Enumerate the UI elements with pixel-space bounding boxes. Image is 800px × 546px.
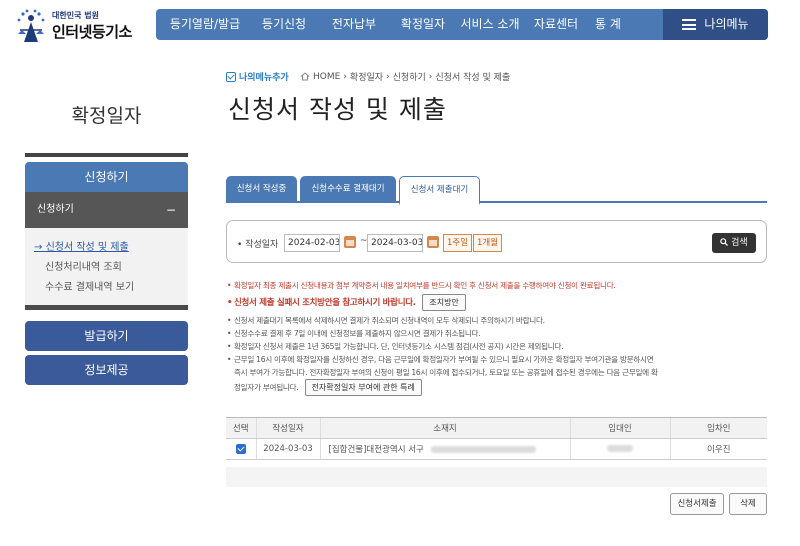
breadcrumb-confirmed-date[interactable]: 확정일자 (350, 70, 383, 83)
gnb-item-registry-apply[interactable]: 등기신청 (252, 9, 316, 40)
site-logo[interactable]: 대한민국 법원 인터넷등기소 (14, 6, 154, 46)
court-emblem-icon (17, 9, 45, 42)
calendar-icon[interactable] (427, 236, 439, 248)
date-to-input[interactable] (367, 234, 423, 252)
sidebar-subheader-apply[interactable]: 신청하기 − (25, 192, 188, 228)
sidebar-item-apply[interactable]: 신청하기 (25, 162, 188, 192)
redacted-text (607, 445, 633, 452)
hamburger-icon (682, 19, 697, 30)
add-my-menu-link[interactable]: 나의메뉴추가 (226, 70, 289, 83)
search-icon (720, 238, 729, 246)
notice-item: 확정일자 신청서 제출은 1년 365일 가능합니다. 단, 인터넷등기소 시스… (227, 340, 772, 353)
notice-item-business-hours: 근무일 16시 이후에 확정일자를 신청하신 경우, 다음 근무일에 확정일자가… (227, 353, 772, 396)
header: 대한민국 법원 인터넷등기소 등기열람/발급 등기신청 전자납부 확정일자 서비… (0, 0, 800, 52)
search-date-label: • 작성일자 (237, 240, 279, 250)
delete-button[interactable]: 삭제 (729, 493, 767, 515)
col-address: 소재지 (319, 417, 570, 439)
breadcrumb-current: 신청서 작성 및 제출 (435, 73, 511, 83)
checkbox-checked-icon[interactable] (235, 443, 246, 454)
special-rule-button[interactable]: 전자확정일자 부여에 관한 특례 (304, 379, 422, 396)
breadcrumb-home[interactable]: HOME (313, 72, 340, 82)
sidebar-sublist: → 신청서 작성 및 제출 신청처리내역 조회 수수료 결제내역 보기 (25, 228, 188, 310)
gnb-item-registry-view[interactable]: 등기열람/발급 (164, 9, 246, 40)
gnb-item-data-center[interactable]: 자료센터 (528, 9, 584, 40)
breadcrumb-apply[interactable]: 신청하기 (393, 70, 426, 83)
tab-fee-payment-pending[interactable]: 신청수수료 결제대기 (300, 176, 396, 203)
row-landlord (569, 438, 670, 460)
redacted-text (430, 446, 536, 453)
logo-title: 인터넷등기소 (52, 23, 132, 41)
sidebar-link-fee-history[interactable]: 수수료 결제내역 보기 (25, 278, 188, 298)
gnb-item-confirmed-date[interactable]: 확정일자 (392, 9, 454, 40)
row-checkbox[interactable] (226, 438, 256, 460)
collapse-minus-icon: − (165, 203, 176, 217)
sidebar-subheader-label: 신청하기 (37, 204, 74, 215)
search-button[interactable]: 검색 (712, 233, 756, 253)
global-nav: 등기열람/발급 등기신청 전자납부 확정일자 서비스 소개 자료센터 통 계 나… (156, 9, 768, 40)
notice-item: 확정일자 최종 제출시 신청내용과 첨부 계약증서 내용 일치여부를 반드시 확… (227, 279, 772, 292)
notice-item: 신청수수료 결제 후 7일 이내에 신청정보를 제출하지 않으시면 결제가 취소… (227, 327, 772, 340)
add-my-menu-label: 나의메뉴추가 (239, 73, 289, 83)
gnb-item-statistics[interactable]: 통 계 (588, 9, 628, 40)
table-row[interactable]: 2024-03-03 [집합건물]대전광역시 서구 이우진 (226, 438, 767, 460)
search-panel: • 작성일자 ~ 1주일 1개월 검색 (226, 220, 767, 263)
quick-range-1month-button[interactable]: 1개월 (473, 234, 503, 252)
my-menu-button[interactable]: 나의메뉴 (663, 9, 768, 40)
home-icon (300, 72, 310, 81)
submit-application-button[interactable]: 신청서제출 (670, 493, 724, 515)
check-icon (226, 71, 236, 82)
row-address: [집합건물]대전광역시 서구 (319, 438, 570, 460)
sidebar-title: 확정일자 (71, 105, 142, 127)
sidebar-item-info[interactable]: 정보제공 (25, 355, 188, 385)
action-guide-button[interactable]: 조치방안 (422, 294, 466, 311)
col-select: 선택 (226, 417, 256, 439)
col-write-date: 작성일자 (255, 417, 320, 439)
gnb-item-e-payment[interactable]: 전자납부 (322, 9, 386, 40)
notice-list: 확정일자 최종 제출시 신청내용과 첨부 계약증서 내용 일치여부를 반드시 확… (227, 279, 772, 396)
tab-writing[interactable]: 신청서 작성중 (226, 176, 297, 203)
breadcrumb: HOME › 확정일자 › 신청하기 › 신청서 작성 및 제출 (300, 70, 510, 83)
sidebar-item-issue[interactable]: 발급하기 (25, 321, 188, 351)
date-from-input[interactable] (284, 234, 340, 252)
gnb-item-service-intro[interactable]: 서비스 소개 (454, 9, 526, 40)
my-menu-label: 나의메뉴 (704, 17, 749, 31)
notice-item-failure: 신청서 제출 실패시 조치방안을 참고하시기 바랍니다. 조치방안 (227, 293, 772, 313)
application-table: 선택 작성일자 소재지 임대인 임차인 2024-03-03 [집합건물]대전광… (226, 417, 767, 460)
row-write-date: 2024-03-03 (255, 438, 320, 460)
notice-item: 신청서 제출대기 목록에서 삭제하시면 결제가 취소되며 신청내역이 모두 삭제… (227, 314, 772, 327)
tab-bar: 신청서 작성중 신청수수료 결제대기 신청서 제출대기 (226, 176, 767, 205)
calendar-icon[interactable] (344, 236, 356, 248)
sidebar-link-history[interactable]: 신청처리내역 조회 (25, 258, 188, 278)
page-title: 신청서 작성 및 제출 (228, 95, 447, 124)
tab-submit-pending[interactable]: 신청서 제출대기 (399, 176, 480, 205)
table-header-row: 선택 작성일자 소재지 임대인 임차인 (226, 417, 767, 439)
col-landlord: 임대인 (569, 417, 670, 439)
row-tenant: 이우진 (669, 438, 767, 460)
table-footer-band (226, 467, 767, 487)
quick-range-1week-button[interactable]: 1주일 (443, 234, 473, 252)
sidebar-link-write-submit[interactable]: → 신청서 작성 및 제출 (25, 238, 188, 258)
sidebar-divider (25, 153, 188, 157)
col-tenant: 임차인 (669, 417, 767, 439)
logo-subtitle: 대한민국 법원 (52, 11, 99, 20)
